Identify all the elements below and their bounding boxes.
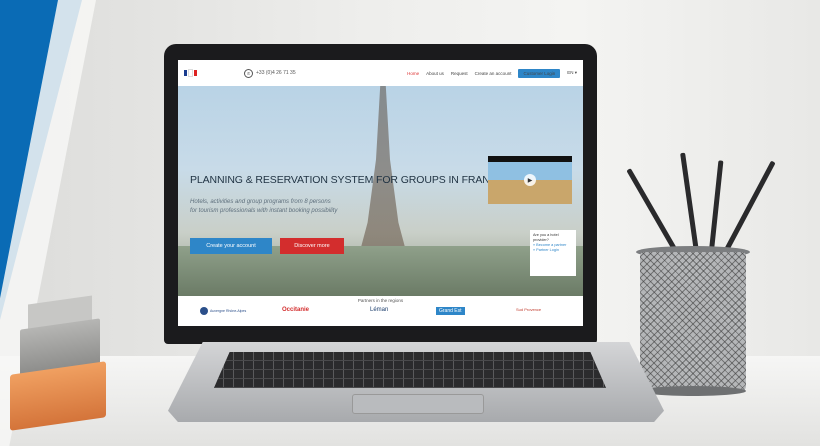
- hotel-provider-box: Are you a hotel provider? » Become a par…: [530, 230, 576, 276]
- partner-logo-occitanie[interactable]: Occitanie: [282, 307, 309, 313]
- language-select[interactable]: EN ▾: [567, 70, 577, 76]
- hero-subline-2: for tourism professionals with instant b…: [190, 208, 338, 214]
- nav-home[interactable]: Home: [407, 71, 419, 76]
- hero-headline: PLANNING & RESERVATION SYSTEM FOR GROUPS…: [190, 174, 505, 186]
- laptop-screen: ✆ +33 (0)4 26 71 35 Home About us Reques…: [178, 60, 583, 326]
- create-account-button[interactable]: Create your account: [190, 238, 272, 254]
- phone-contact[interactable]: ✆ +33 (0)4 26 71 35: [244, 68, 296, 78]
- partner-sud-label: Sud Provence: [516, 307, 542, 312]
- partner-leman-label: Léman: [370, 307, 389, 313]
- pencil-cup: [640, 252, 746, 392]
- laptop-trackpad: [352, 394, 484, 414]
- partners-bar: Partners in the regions Auvergne Rhône-A…: [178, 296, 583, 326]
- nav-request[interactable]: Request: [451, 71, 468, 76]
- flag-red: [194, 70, 197, 76]
- site-header: ✆ +33 (0)4 26 71 35 Home About us Reques…: [178, 60, 583, 86]
- partner-login-link[interactable]: » Partner Login: [533, 248, 573, 253]
- nav-about[interactable]: About us: [426, 71, 444, 76]
- nav-create-account[interactable]: Create an account: [475, 71, 512, 76]
- promo-video[interactable]: ▶: [488, 156, 572, 204]
- discover-more-button[interactable]: Discover more: [280, 238, 344, 254]
- phone-number: +33 (0)4 26 71 35: [256, 70, 296, 76]
- hero-subline: Hotels, activities and group programs fr…: [190, 198, 400, 216]
- partners-title: Partners in the regions: [357, 298, 404, 303]
- hero-subline-1: Hotels, activities and group programs fr…: [190, 199, 331, 205]
- hotel-provider-question: Are you a hotel provider?: [533, 233, 559, 242]
- partner-logo-sud[interactable]: Sud Provence: [516, 307, 541, 312]
- partner-logo-auvergne[interactable]: Auvergne Rhône-Alpes: [200, 307, 246, 315]
- partner-auvergne-label: Auvergne Rhône-Alpes: [210, 309, 247, 313]
- customer-login-button[interactable]: Customer Login: [518, 68, 561, 78]
- partner-logo-grand-est[interactable]: Grand Est: [436, 307, 465, 315]
- partner-auvergne-icon: [200, 307, 208, 315]
- play-icon[interactable]: ▶: [524, 174, 536, 186]
- partner-occitanie-label: Occitanie: [282, 307, 310, 313]
- flag-blue: [184, 70, 187, 76]
- pencil-cup-base: [640, 386, 746, 396]
- main-nav: Home About us Request Create an account …: [407, 68, 583, 78]
- partner-grand-est-label: Grand Est: [436, 307, 465, 315]
- site-logo[interactable]: [184, 67, 200, 79]
- flag-white: [188, 69, 193, 77]
- hero-section: PLANNING & RESERVATION SYSTEM FOR GROUPS…: [178, 86, 583, 296]
- laptop-keyboard-rows: [214, 352, 606, 388]
- partner-logo-leman[interactable]: Léman: [370, 307, 388, 313]
- phone-icon: ✆: [244, 68, 253, 78]
- video-top-bar: [488, 156, 572, 162]
